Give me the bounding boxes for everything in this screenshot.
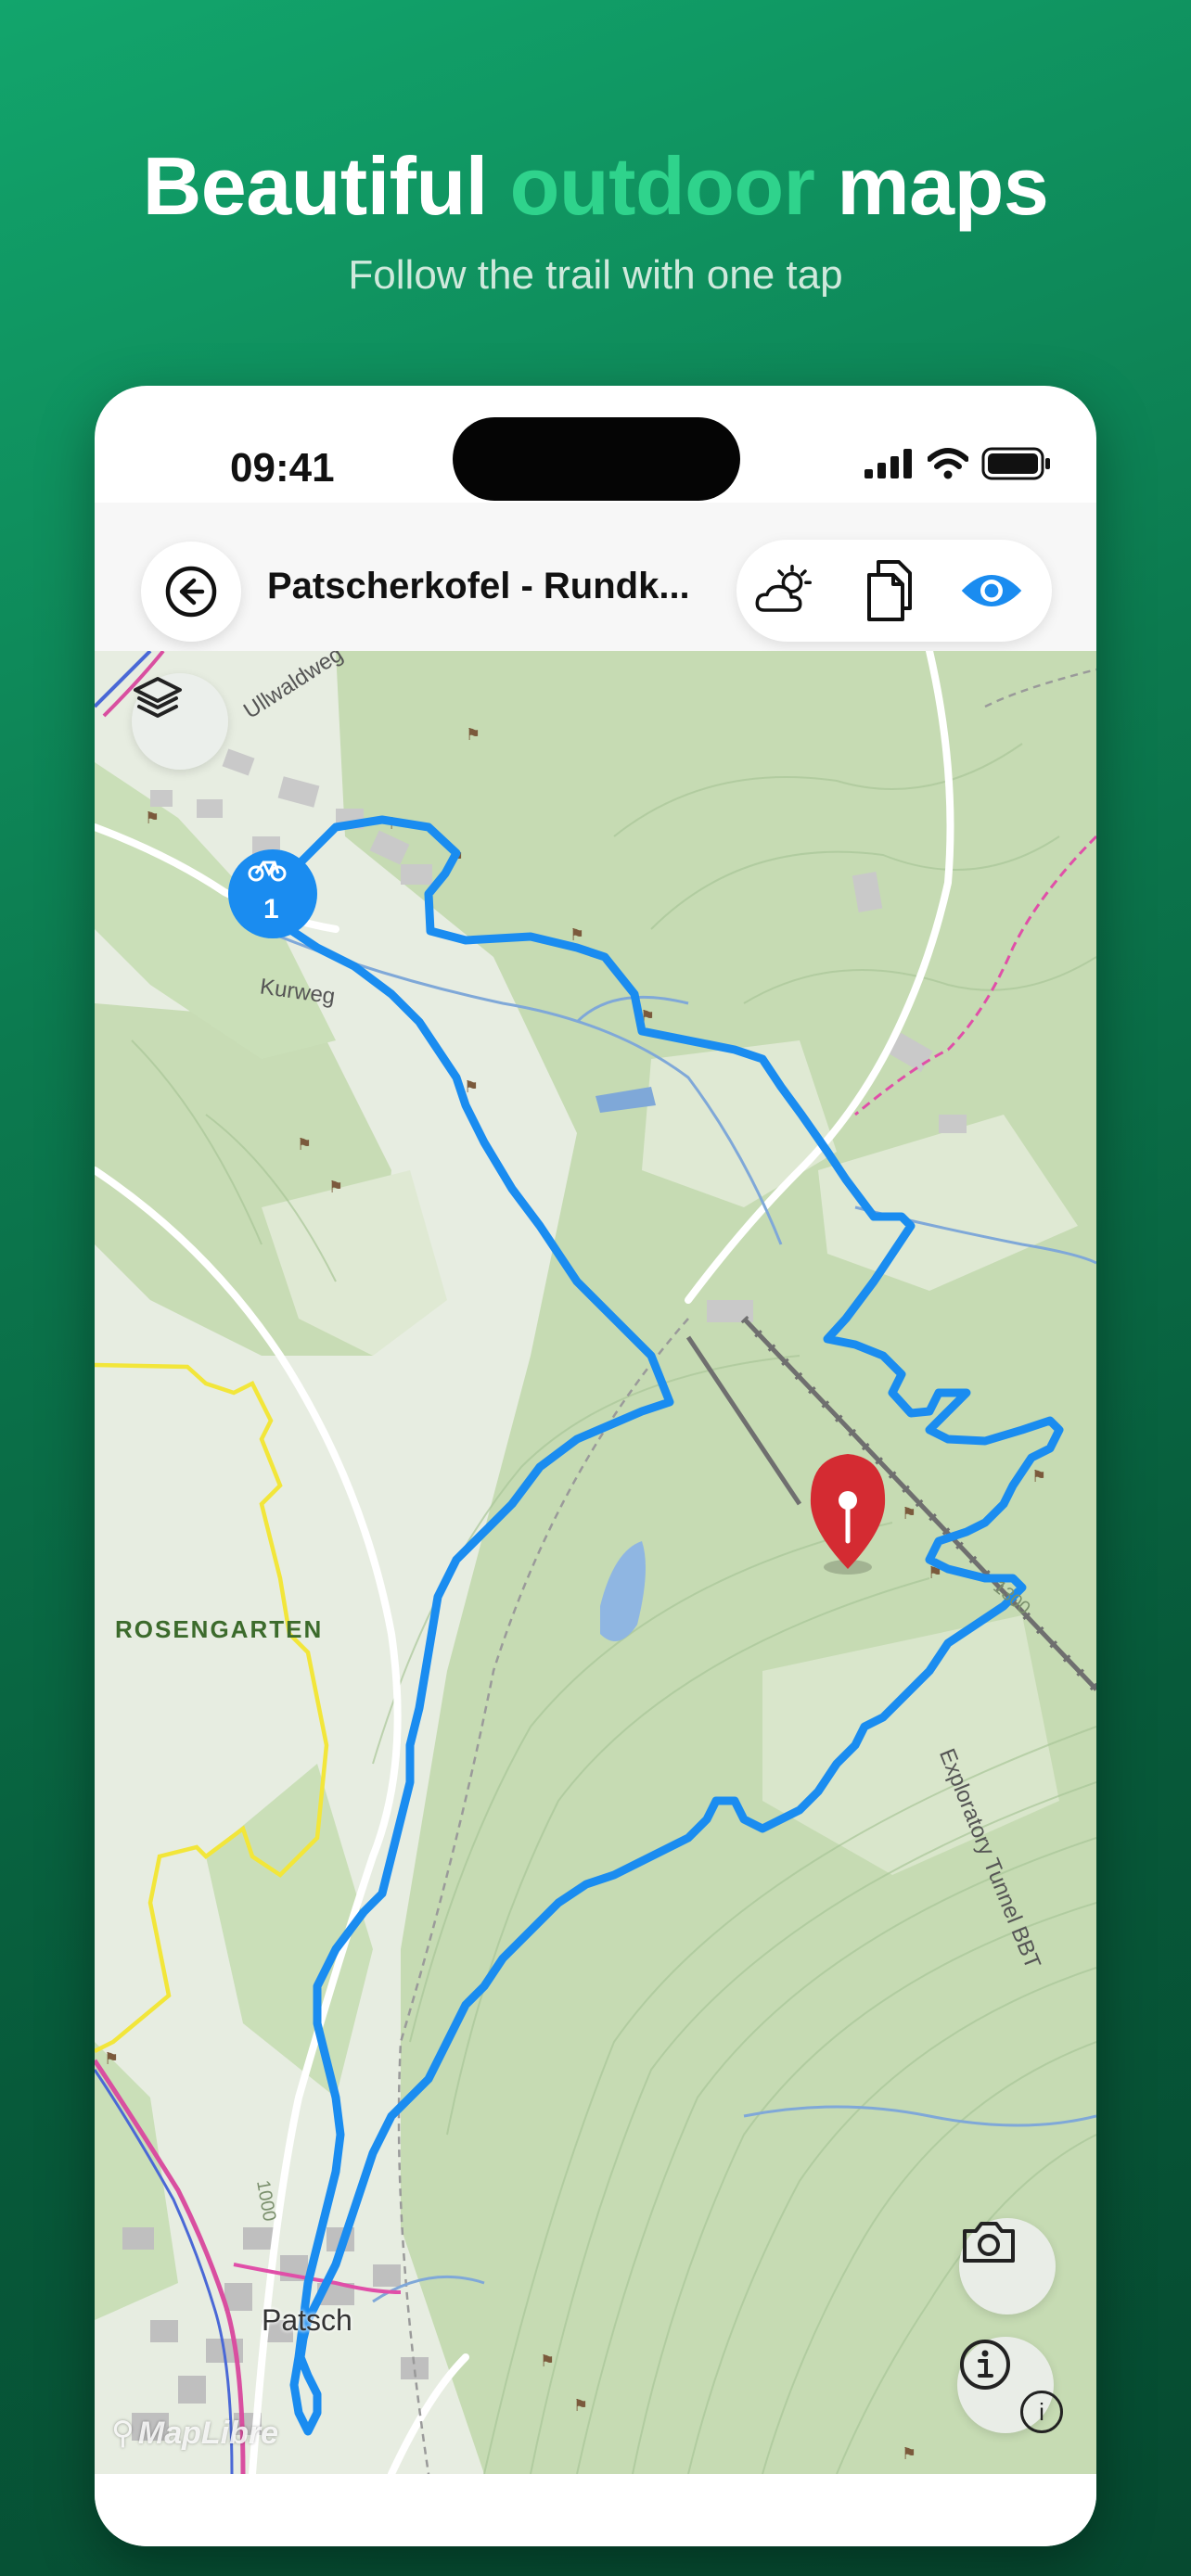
route-title: Patscherkofel - Rundk... xyxy=(267,566,690,606)
start-marker-number: 1 xyxy=(263,894,279,925)
signal-icon xyxy=(864,449,912,478)
svg-text:⚑: ⚑ xyxy=(104,2049,119,2068)
map-view[interactable]: ⚑ ⚑ ⚑ ⚑ ⚑ ⚑ ⚑ ⚑ ⚑ ⚑ ⚑ ⚑ ⚑ ⚑ ⚑ ⚑ Ullwaldw… xyxy=(95,651,1096,2474)
battery-icon xyxy=(981,447,1050,480)
info-icon xyxy=(960,2340,1010,2390)
map-info-icon[interactable]: i xyxy=(1020,2391,1063,2433)
wifi-icon xyxy=(928,448,968,479)
visibility-button[interactable] xyxy=(959,558,1024,623)
area-label: ROSENGARTEN xyxy=(115,1615,324,1643)
bottom-strip xyxy=(95,2474,1096,2546)
dynamic-island xyxy=(453,417,740,501)
svg-text:⚑: ⚑ xyxy=(466,725,480,744)
back-button[interactable] xyxy=(141,542,241,642)
layers-button[interactable] xyxy=(132,673,228,770)
phone-frame: 09:41 Patscherkofel - Rundk... ⚑ ⚑ ⚑ ⚑ ⚑… xyxy=(95,386,1096,2546)
attribution-text: MapLibre xyxy=(137,2415,279,2451)
svg-text:⚑: ⚑ xyxy=(573,2396,588,2415)
status-icons xyxy=(863,447,1052,480)
map-canvas[interactable]: ⚑ ⚑ ⚑ ⚑ ⚑ ⚑ ⚑ ⚑ ⚑ ⚑ ⚑ ⚑ ⚑ ⚑ ⚑ ⚑ xyxy=(95,651,1096,2474)
headline-accent: outdoor xyxy=(509,140,815,232)
svg-text:⚑: ⚑ xyxy=(902,1504,916,1523)
weather-button[interactable] xyxy=(753,558,818,623)
subtitle: Follow the trail with one tap xyxy=(348,252,843,298)
headline-part-2: maps xyxy=(837,140,1049,232)
camera-icon xyxy=(963,2222,1015,2263)
action-pill xyxy=(736,540,1052,642)
svg-text:⚑: ⚑ xyxy=(1031,1467,1046,1486)
svg-text:⚑: ⚑ xyxy=(297,1135,312,1154)
map-attribution: ⚲ MapLibre xyxy=(111,2415,278,2452)
svg-text:⚑: ⚑ xyxy=(540,2352,555,2370)
headline-part-1: Beautiful xyxy=(142,140,488,232)
village-label: Patsch xyxy=(262,2303,352,2337)
app-bar: Patscherkofel - Rundk... xyxy=(95,503,1096,651)
svg-text:⚑: ⚑ xyxy=(328,1178,343,1196)
back-arrow-icon xyxy=(165,566,217,618)
layers-icon xyxy=(134,677,182,718)
camera-button[interactable] xyxy=(959,2218,1056,2315)
svg-text:⚑: ⚑ xyxy=(902,2444,916,2463)
status-time: 09:41 xyxy=(230,445,335,491)
headline: Beautiful outdoor maps xyxy=(0,139,1191,234)
maplibre-pin-icon: ⚲ xyxy=(111,2416,134,2451)
svg-text:⚑: ⚑ xyxy=(464,1078,479,1096)
copy-icon xyxy=(867,560,912,621)
eye-icon xyxy=(961,574,1022,607)
svg-text:⚑: ⚑ xyxy=(145,809,160,827)
weather-icon xyxy=(755,565,812,612)
svg-text:⚑: ⚑ xyxy=(570,925,584,944)
copy-button[interactable] xyxy=(857,558,922,623)
